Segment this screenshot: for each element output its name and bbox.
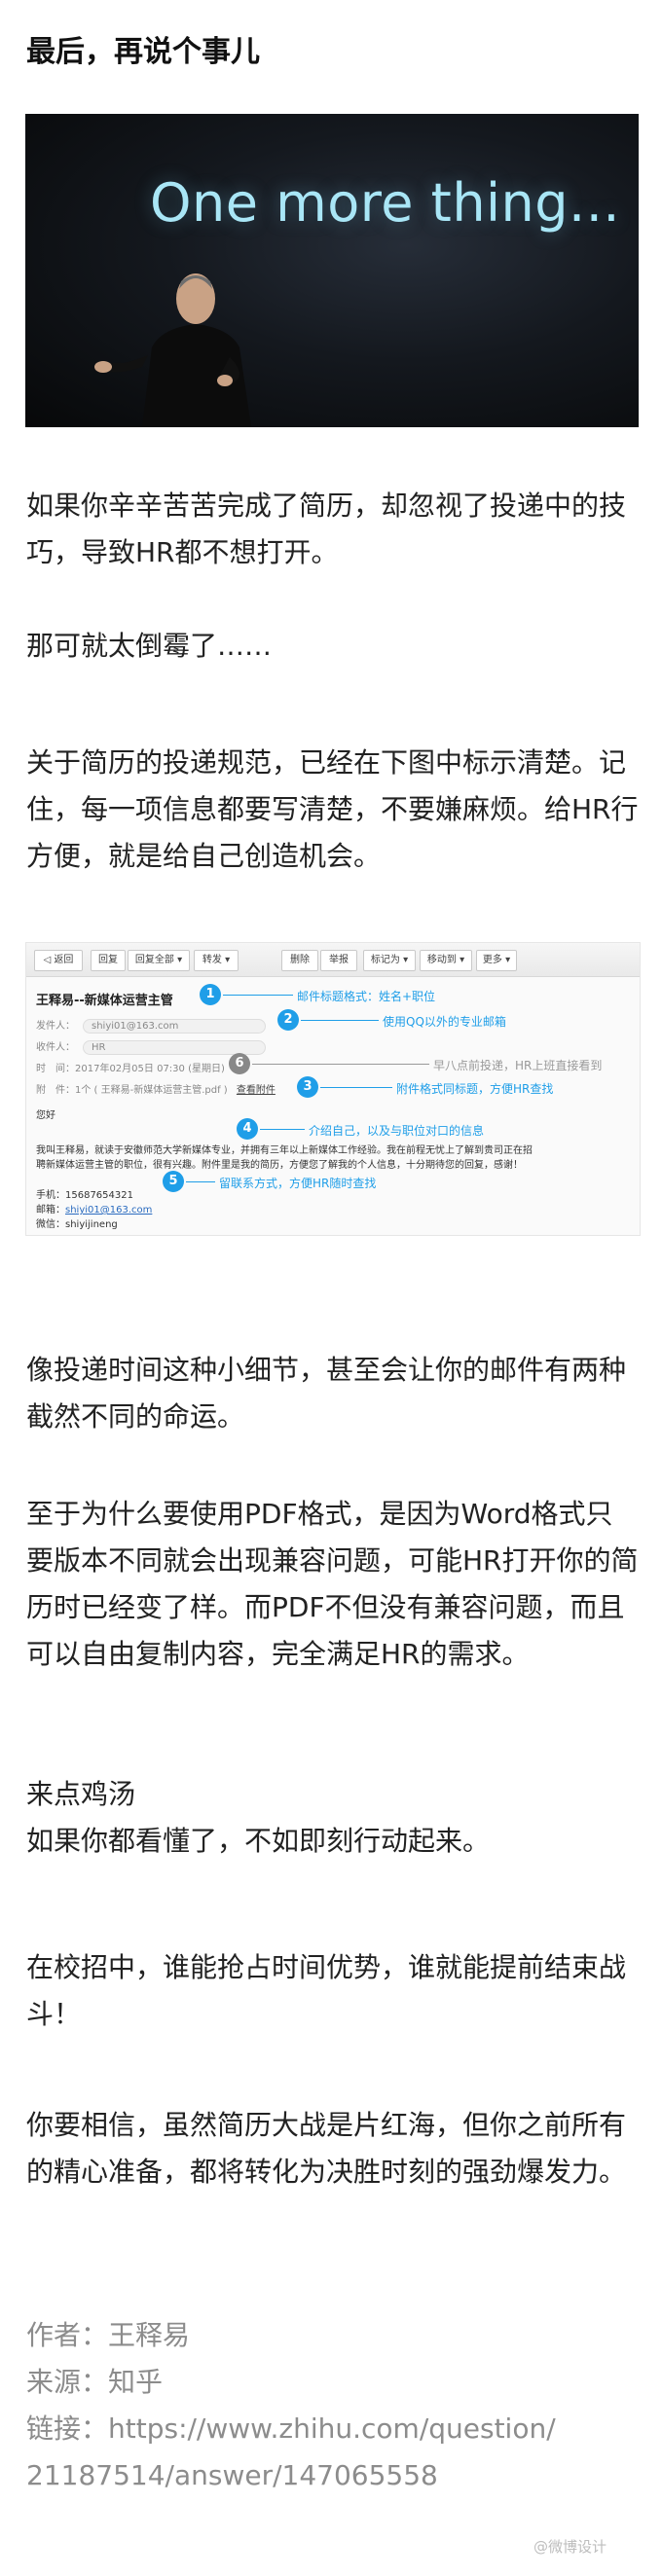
section-heading: 最后，再说个事儿 [26, 35, 260, 69]
mail-email-row: 邮箱：shiyi01@163.com [36, 1201, 152, 1215]
paragraph-believe: 你要相信，虽然简历大战是片红海，但你之前所有的精心准备，都将转化为决胜时刻的强劲… [26, 2109, 627, 2188]
mail-toolbar: ◁ 返回 回复 回复全部 ▾ 转发 ▾ 删除 举报 标记为 ▾ 移动到 ▾ 更多… [26, 943, 640, 977]
mail-email-label: 邮箱： [36, 1205, 65, 1215]
annotation-leader-3 [320, 1087, 392, 1088]
annotation-note-5: 留联系方式，方便HR随时查找 [219, 1177, 377, 1190]
slide-text: One more thing... [150, 172, 621, 234]
paragraph-intro: 如果你辛辛苦苦完成了简历，却忽视了投递中的技巧，导致HR都不想打开。 [26, 490, 627, 568]
annotation-marker-2: 2 [277, 1009, 299, 1031]
annotation-marker-3: 3 [297, 1076, 318, 1098]
paragraph-pdf: 至于为什么要使用PDF格式，是因为Word格式只要版本不同就会出现兼容问题，可能… [26, 1498, 639, 1670]
view-attachment-link: 查看附件 [236, 1085, 276, 1096]
mail-body-line-1: 我叫王释易，就读于安徽师范大学新媒体专业，并拥有三年以上新媒体工作经验。我在前程… [36, 1145, 533, 1156]
recipient-row: 收件人： HR [36, 1038, 266, 1055]
annotation-leader-2 [301, 1020, 379, 1021]
annotation-marker-4: 4 [237, 1118, 258, 1140]
speaker-figure [94, 273, 251, 427]
annotation-note-3: 附件格式同标题，方便HR查找 [396, 1082, 554, 1096]
keynote-image: One more thing... [25, 114, 639, 427]
annotation-note-2: 使用QQ以外的专业邮箱 [383, 1015, 506, 1029]
byline-link-1[interactable]: 链接：https://www.zhihu.com/question/ [26, 2406, 556, 2452]
time-label: 时 间： [36, 1064, 75, 1074]
mail-wechat: 微信：shiyijineng [36, 1219, 118, 1230]
byline-source: 来源：知乎 [26, 2366, 164, 2398]
annotation-marker-5: 5 [163, 1171, 184, 1192]
sender-value: shiyi01@163.com [83, 1019, 266, 1034]
paragraph-unlucky: 那可就太倒霉了…… [26, 630, 273, 662]
mail-greeting: 您好 [36, 1110, 55, 1121]
sender-label: 发件人： [36, 1021, 75, 1032]
annotation-note-4: 介绍自己，以及与职位对口的信息 [309, 1124, 485, 1138]
paragraph-rules: 关于简历的投递规范，已经在下图中标示清楚。记住，每一项信息都要写清楚，不要嫌麻烦… [26, 746, 639, 872]
forward-button: 转发 ▾ [194, 950, 239, 971]
sender-row: 发件人： shiyi01@163.com [36, 1017, 266, 1034]
email-screenshot: ◁ 返回 回复 回复全部 ▾ 转发 ▾ 删除 举报 标记为 ▾ 移动到 ▾ 更多… [25, 942, 641, 1236]
attachment-label: 附 件： [36, 1085, 75, 1096]
time-row: 时 间：2017年02月05日 07:30 (星期日) [36, 1060, 225, 1074]
attachment-value: 1个 ( 王释易-新媒体运营主管.pdf ) [75, 1085, 228, 1096]
annotation-note-6: 早八点前投递，HR上班直接看到 [433, 1059, 603, 1072]
reply-all-button: 回复全部 ▾ [128, 950, 190, 971]
mark-as-button: 标记为 ▾ [363, 950, 416, 971]
mail-subject: 王释易--新媒体运营主管 [36, 994, 173, 1008]
annotation-leader-6 [252, 1064, 429, 1065]
mail-email-link: shiyi01@163.com [65, 1205, 153, 1215]
reply-button: 回复 [91, 950, 126, 971]
annotation-leader-5 [186, 1181, 215, 1182]
mail-phone: 手机：15687654321 [36, 1190, 133, 1201]
recipient-label: 收件人： [36, 1042, 75, 1053]
paragraph-act-now: 如果你都看懂了，不如即刻行动起来。 [26, 1825, 491, 1857]
attachment-row: 附 件：1个 ( 王释易-新媒体运营主管.pdf ) 查看附件 [36, 1081, 276, 1096]
annotation-marker-1: 1 [200, 984, 221, 1005]
paragraph-soup-title: 来点鸡汤 [26, 1778, 136, 1810]
paragraph-timing: 像投递时间这种小细节，甚至会让你的邮件有两种截然不同的命运。 [26, 1354, 627, 1433]
back-button: ◁ 返回 [34, 950, 83, 971]
more-button: 更多 ▾ [476, 950, 517, 971]
annotation-leader-1 [223, 995, 293, 996]
move-to-button: 移动到 ▾ [420, 950, 472, 971]
annotation-marker-6: 6 [229, 1053, 250, 1074]
byline-link-2[interactable]: 21187514/answer/147065558 [26, 2452, 438, 2499]
byline-author: 作者：王释易 [26, 2319, 191, 2351]
annotation-leader-4 [260, 1129, 305, 1130]
paragraph-time-advantage: 在校招中，谁能抢占时间优势，谁就能提前结束战斗！ [26, 1951, 627, 2030]
delete-button: 删除 [281, 950, 318, 971]
report-button: 举报 [320, 950, 357, 971]
annotation-note-1: 邮件标题格式：姓名+职位 [297, 990, 436, 1003]
watermark: @微博设计 [533, 2538, 607, 2556]
mail-body-line-2: 聘新媒体运营主管的职位，很有兴趣。附件里是我的简历，方便您了解我的个人信息，十分… [36, 1160, 523, 1171]
time-value: 2017年02月05日 07:30 (星期日) [75, 1064, 225, 1074]
